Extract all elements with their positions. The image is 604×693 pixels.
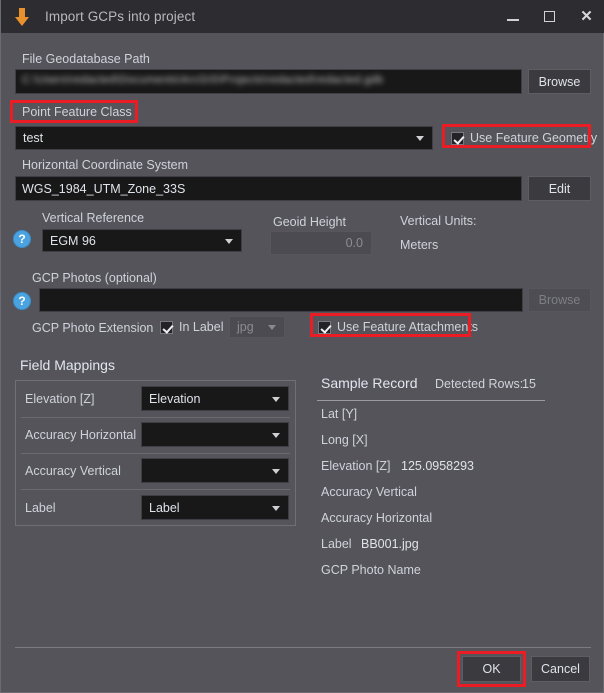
point-feature-class-combobox[interactable]: test: [15, 126, 433, 150]
checkbox-box: [318, 320, 331, 334]
minimize-button[interactable]: [494, 0, 531, 33]
sample-record-row-value-2: 125.0958293: [401, 459, 474, 473]
sample-record-row-label-5: Label: [321, 537, 352, 551]
detected-rows-label: Detected Rows:: [435, 377, 524, 391]
field-mappings-divider: [21, 453, 290, 454]
field-mapping-label-0: Elevation [Z]: [25, 392, 95, 406]
detected-rows-value: 15: [522, 377, 536, 391]
sample-record-title: Sample Record: [321, 375, 418, 391]
footer-divider: [15, 647, 591, 648]
checkbox-box: [451, 131, 464, 145]
chevron-down-icon: [416, 136, 424, 141]
sample-record-row-label-1: Long [X]: [321, 433, 368, 447]
chevron-down-icon: [272, 432, 280, 438]
field-mapping-combobox-1[interactable]: [141, 422, 289, 447]
field-mapping-combobox-0[interactable]: Elevation: [141, 386, 289, 411]
use-feature-geometry-label: Use Feature Geometry: [470, 131, 598, 145]
gcp-photos-label: GCP Photos (optional): [32, 271, 157, 285]
sample-record-row-label-6: GCP Photo Name: [321, 563, 421, 577]
sample-record-row-label-2: Elevation [Z]: [321, 459, 391, 473]
title-bar: Import GCPs into project ✕: [1, 0, 604, 33]
horizontal-coordinate-system-value: WGS_1984_UTM_Zone_33S: [22, 181, 186, 196]
sample-record-row-label-3: Accuracy Vertical: [321, 485, 417, 499]
vertical-reference-combobox[interactable]: EGM 96: [42, 229, 242, 252]
browse-gcp-photos-button: Browse: [528, 288, 591, 312]
cancel-button[interactable]: Cancel: [531, 656, 590, 682]
geoid-height-value: 0.0: [345, 236, 363, 250]
geoid-height-label: Geoid Height: [273, 215, 346, 229]
file-geodatabase-path-input[interactable]: C:\Users\redacted\Documents\ArcGIS\Proje…: [15, 69, 522, 94]
help-icon-gcp-photos[interactable]: ?: [13, 292, 31, 310]
checkbox-box: [160, 320, 173, 334]
sample-record-row-value-5: BB001.jpg: [361, 537, 419, 551]
edit-coordinate-system-button[interactable]: Edit: [528, 176, 591, 201]
import-gcps-dialog: Import GCPs into project ✕ File Geodatab…: [0, 0, 604, 693]
ok-button[interactable]: OK: [462, 656, 521, 682]
chevron-down-icon: [272, 468, 280, 474]
field-mapping-value-0: Elevation: [149, 391, 201, 406]
field-mapping-label-2: Accuracy Vertical: [25, 464, 121, 478]
photo-extension-combobox: jpg: [229, 316, 285, 338]
chevron-down-icon: [272, 505, 280, 511]
horizontal-coordinate-system-input[interactable]: WGS_1984_UTM_Zone_33S: [15, 176, 522, 201]
gcp-photo-extension-label: GCP Photo Extension: [32, 321, 154, 335]
chevron-down-icon: [225, 238, 233, 244]
sample-record-row-label-4: Accuracy Horizontal: [321, 511, 433, 525]
vertical-reference-label: Vertical Reference: [42, 211, 145, 225]
file-geodatabase-path-value: C:\Users\redacted\Documents\ArcGIS\Proje…: [22, 74, 384, 86]
browse-geodatabase-button[interactable]: Browse: [528, 69, 591, 94]
sample-record-row-label-0: Lat [Y]: [321, 407, 358, 421]
in-label-checkbox[interactable]: In Label: [160, 320, 223, 334]
vertical-units-value: Meters: [400, 238, 439, 252]
help-icon-vertical-reference[interactable]: ?: [13, 230, 31, 248]
use-feature-attachments-label: Use Feature Attachments: [337, 320, 479, 334]
field-mapping-value-3: Label: [149, 500, 180, 515]
app-down-arrow-icon: [7, 0, 37, 33]
geoid-height-input: 0.0: [270, 231, 372, 255]
point-feature-class-value: test: [23, 131, 44, 145]
use-feature-geometry-checkbox[interactable]: Use Feature Geometry: [451, 131, 597, 145]
field-mappings-title: Field Mappings: [20, 357, 115, 373]
in-label-label: In Label: [179, 320, 224, 334]
field-mapping-label-1: Accuracy Horizontal: [25, 428, 137, 442]
field-mapping-label-3: Label: [25, 501, 56, 515]
sample-record-divider: [317, 400, 545, 401]
window-controls: ✕: [494, 0, 604, 33]
vertical-reference-value: EGM 96: [50, 233, 96, 248]
vertical-units-label: Vertical Units:: [400, 214, 477, 228]
use-feature-attachments-checkbox[interactable]: Use Feature Attachments: [318, 320, 478, 334]
field-mapping-combobox-3[interactable]: Label: [141, 495, 289, 520]
field-mapping-combobox-2[interactable]: [141, 458, 289, 483]
chevron-down-icon: [272, 396, 280, 402]
window-title: Import GCPs into project: [45, 9, 196, 24]
field-mappings-divider: [21, 489, 290, 490]
horizontal-coordinate-system-label: Horizontal Coordinate System: [22, 158, 189, 172]
field-mappings-divider: [21, 417, 290, 418]
file-geodatabase-path-label: File Geodatabase Path: [22, 52, 150, 66]
point-feature-class-label: Point Feature Class: [22, 105, 132, 119]
chevron-down-icon: [268, 325, 276, 330]
maximize-button[interactable]: [531, 0, 568, 33]
photo-extension-value: jpg: [237, 320, 254, 334]
gcp-photos-input[interactable]: [39, 288, 523, 312]
close-icon[interactable]: ✕: [568, 0, 604, 33]
